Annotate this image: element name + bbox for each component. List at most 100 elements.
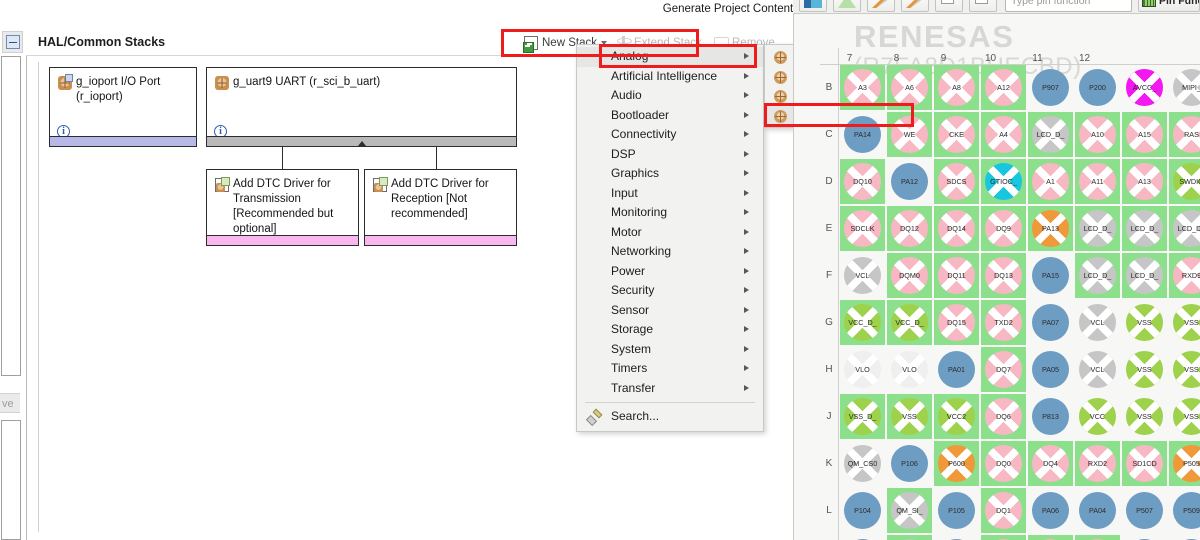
pin-cell[interactable]: RXD9 bbox=[1168, 252, 1200, 299]
pin-ball[interactable]: P507 bbox=[1126, 492, 1163, 529]
pin-cell[interactable]: P509 bbox=[1168, 487, 1200, 534]
pin-ball[interactable]: SDCS bbox=[938, 163, 975, 200]
pin-ball[interactable]: P600 bbox=[938, 445, 975, 482]
pin-cell[interactable]: VCL bbox=[839, 252, 886, 299]
toolbar-button-1[interactable] bbox=[799, 0, 827, 12]
pin-cell[interactable]: P907 bbox=[1027, 64, 1074, 111]
pin-cell[interactable]: A11 bbox=[1074, 158, 1121, 205]
pin-ball[interactable]: VLO bbox=[844, 351, 881, 388]
pin-cell[interactable]: VLO bbox=[886, 346, 933, 393]
pin-ball[interactable]: VSS bbox=[1126, 304, 1163, 341]
pin-cell[interactable]: SWDIO bbox=[1168, 158, 1200, 205]
pin-ball[interactable]: DQ15 bbox=[938, 304, 975, 341]
pin-ball[interactable]: PA05 bbox=[1032, 351, 1069, 388]
pin-cell[interactable]: VCC2 bbox=[933, 393, 980, 440]
pin-cell[interactable]: P813 bbox=[1027, 393, 1074, 440]
menu-item-graphics[interactable]: Graphics bbox=[577, 164, 763, 184]
pin-ball[interactable]: VSS bbox=[1126, 398, 1163, 435]
pin-cell[interactable]: A1 bbox=[1027, 158, 1074, 205]
toolbar-button-4[interactable] bbox=[901, 0, 929, 12]
menu-item-transfer[interactable]: Transfer bbox=[577, 379, 763, 399]
pin-ball[interactable]: LCD_D_ bbox=[1126, 210, 1163, 247]
pin-ball[interactable]: DQM0 bbox=[891, 257, 928, 294]
pin-ball[interactable]: DQ13 bbox=[985, 257, 1022, 294]
pin-cell[interactable]: VCC_D_ bbox=[839, 299, 886, 346]
pin-cell[interactable]: PA01 bbox=[933, 346, 980, 393]
pin-ball[interactable]: VSS_D_ bbox=[844, 398, 881, 435]
pin-cell[interactable]: A15 bbox=[1121, 111, 1168, 158]
pin-cell[interactable]: P106 bbox=[886, 440, 933, 487]
pin-ball[interactable]: A1 bbox=[1032, 163, 1069, 200]
expand-up-arrow-icon[interactable] bbox=[357, 141, 366, 146]
pin-cell[interactable]: PA13 bbox=[1027, 205, 1074, 252]
pin-ball[interactable]: LCD_D_ bbox=[1079, 210, 1116, 247]
pin-cell[interactable]: VSS bbox=[1121, 299, 1168, 346]
pin-cell[interactable]: PA04 bbox=[1074, 487, 1121, 534]
pin-ball[interactable]: VSS bbox=[891, 398, 928, 435]
pin-cell[interactable]: LCD_D_ bbox=[1074, 205, 1121, 252]
pin-cell[interactable]: LCD_D_ bbox=[1074, 252, 1121, 299]
pin-ball[interactable]: VCL bbox=[1079, 304, 1116, 341]
menu-item-power[interactable]: Power bbox=[577, 262, 763, 282]
menu-item-motor[interactable]: Motor bbox=[577, 223, 763, 243]
pin-ball[interactable]: CKE bbox=[938, 116, 975, 153]
pin-ball[interactable]: P105 bbox=[938, 492, 975, 529]
pin-ball[interactable]: VCC2 bbox=[938, 398, 975, 435]
pin-cell[interactable]: A10 bbox=[1074, 111, 1121, 158]
pin-ball[interactable]: PA13 bbox=[1032, 210, 1069, 247]
pin-cell[interactable]: SD1CMD bbox=[1074, 534, 1121, 540]
menu-item-search[interactable]: Search... bbox=[577, 407, 763, 427]
pin-cell[interactable]: P800 bbox=[933, 534, 980, 540]
menu-item-input[interactable]: Input bbox=[577, 184, 763, 204]
pin-ball[interactable]: RXD2 bbox=[1079, 445, 1116, 482]
pin-cell[interactable]: QM_SI_ bbox=[886, 487, 933, 534]
pin-ball[interactable]: VLO bbox=[891, 351, 928, 388]
pin-ball[interactable]: PA12 bbox=[891, 163, 928, 200]
menu-item-artificial-intelligence[interactable]: Artificial Intelligence bbox=[577, 67, 763, 87]
toolbar-button-2[interactable] bbox=[833, 0, 861, 12]
generate-project-content-label[interactable]: Generate Project Content bbox=[648, 0, 808, 18]
pin-cell[interactable]: DQM0 bbox=[886, 252, 933, 299]
pin-ball[interactable]: LCD_D_ bbox=[1126, 257, 1163, 294]
pin-cell[interactable]: P508 bbox=[1121, 534, 1168, 540]
pin-cell[interactable]: RAS bbox=[1168, 111, 1200, 158]
pin-cell[interactable]: PA15 bbox=[1027, 252, 1074, 299]
menu-item-audio[interactable]: Audio bbox=[577, 86, 763, 106]
pin-cell[interactable]: VCC_D_ bbox=[886, 299, 933, 346]
menu-item-dsp[interactable]: DSP bbox=[577, 145, 763, 165]
pin-search-input[interactable]: Type pin function bbox=[1005, 0, 1132, 12]
new-stack-context-menu[interactable]: Analog Artificial Intelligence Audio Bootlo… bbox=[576, 44, 764, 432]
left-panel-collapse-tab[interactable] bbox=[2, 31, 23, 53]
pin-ball[interactable]: A8 bbox=[938, 69, 975, 106]
pin-ball[interactable]: LCD_D_ bbox=[1032, 116, 1069, 153]
pin-cell[interactable]: P600 bbox=[933, 440, 980, 487]
pin-cell[interactable]: QM_CS0 bbox=[839, 440, 886, 487]
pin-ball[interactable]: P104 bbox=[844, 492, 881, 529]
pin-ball[interactable]: P106 bbox=[891, 445, 928, 482]
pin-ball[interactable]: DQ7 bbox=[985, 351, 1022, 388]
pin-ball[interactable]: DQ14 bbox=[938, 210, 975, 247]
pin-cell[interactable]: DQ9 bbox=[980, 205, 1027, 252]
pin-ball[interactable]: SDCLK bbox=[844, 210, 881, 247]
pin-ball[interactable]: A11 bbox=[1079, 163, 1116, 200]
pin-cell[interactable]: P104 bbox=[839, 487, 886, 534]
pin-cell[interactable]: SDCLK bbox=[839, 205, 886, 252]
pin-ball[interactable]: TXD2 bbox=[985, 304, 1022, 341]
pin-ball[interactable]: DQ11 bbox=[938, 257, 975, 294]
pin-cell[interactable]: PA07 bbox=[1027, 299, 1074, 346]
pin-cell[interactable]: DQ13 bbox=[980, 252, 1027, 299]
pin-ball[interactable]: VSS bbox=[1126, 351, 1163, 388]
pin-cell[interactable]: LCD_D_ bbox=[1168, 205, 1200, 252]
pin-cell[interactable]: VSS bbox=[886, 393, 933, 440]
pin-ball[interactable]: DQ0 bbox=[985, 445, 1022, 482]
pin-cell[interactable]: DQ6 bbox=[980, 393, 1027, 440]
menu-item-timers[interactable]: Timers bbox=[577, 359, 763, 379]
pin-configuration-panel[interactable]: RENESAS (R7FA8D1BHECBD) 789101112 BCDEFG… bbox=[793, 14, 1200, 540]
pin-ball[interactable]: VCL bbox=[1079, 351, 1116, 388]
menu-item-sensor[interactable]: Sensor bbox=[577, 301, 763, 321]
pin-cell[interactable]: A12 bbox=[980, 64, 1027, 111]
pin-cell[interactable]: RXD2 bbox=[1074, 440, 1121, 487]
toolbar-button-6[interactable] bbox=[969, 0, 997, 12]
pin-cell[interactable]: PA06 bbox=[1027, 487, 1074, 534]
pin-cell[interactable]: P010 bbox=[1168, 534, 1200, 540]
